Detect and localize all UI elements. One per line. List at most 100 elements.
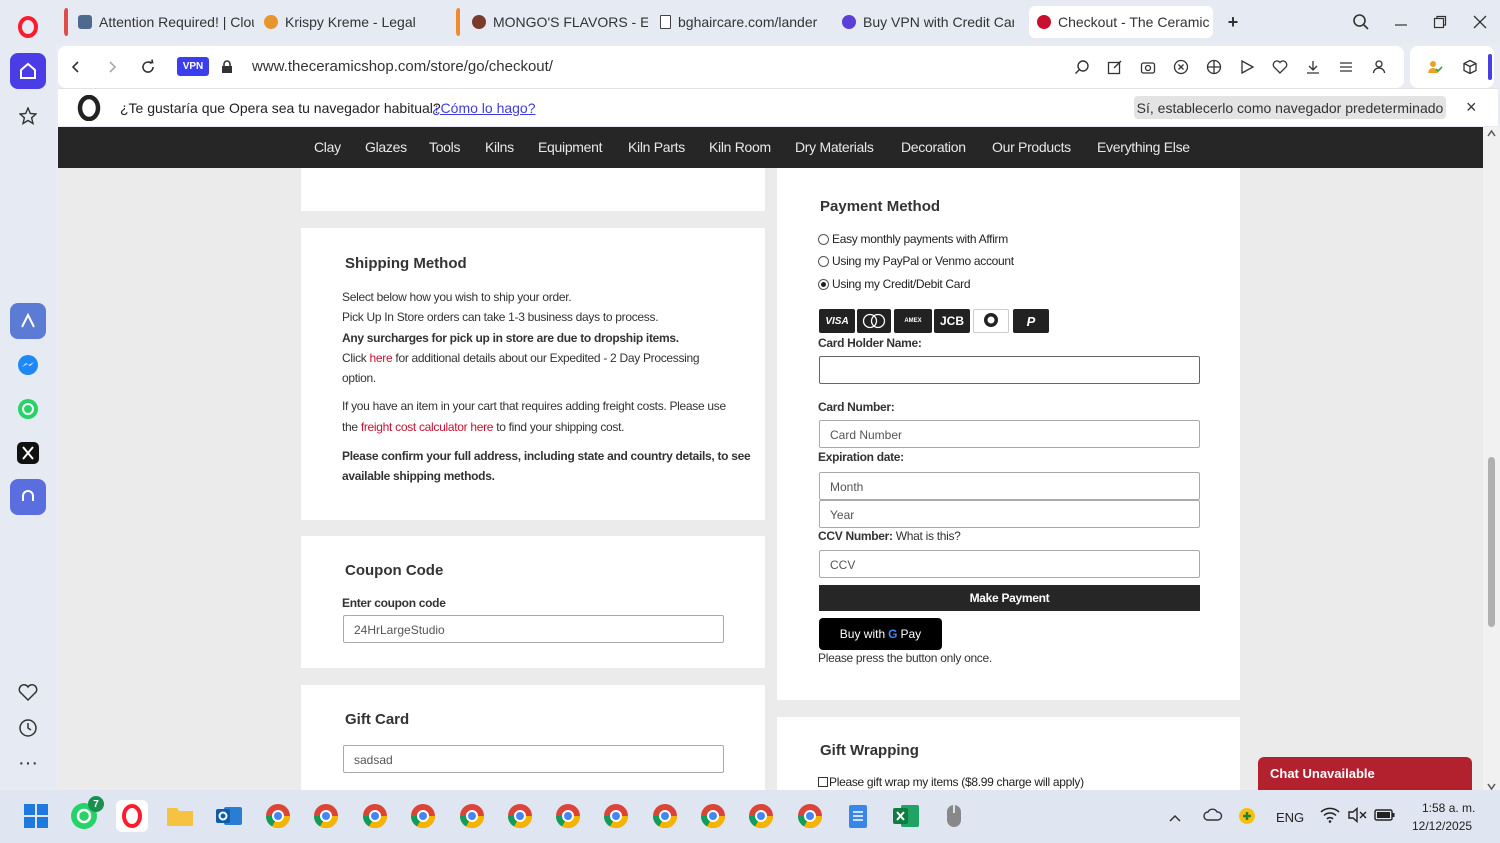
nav-item-tools[interactable]: Tools bbox=[429, 139, 460, 155]
make-payment-button[interactable]: Make Payment bbox=[819, 585, 1200, 611]
forward-arrow-icon[interactable] bbox=[102, 57, 122, 77]
extension-person-icon[interactable] bbox=[1424, 57, 1444, 77]
chrome-profile-icon[interactable] bbox=[504, 800, 536, 832]
ccv-help-link[interactable]: What is this? bbox=[896, 529, 961, 543]
nav-item-kilns[interactable]: Kilns bbox=[485, 139, 514, 155]
language-indicator[interactable]: ENG bbox=[1276, 810, 1304, 825]
scroll-up-arrow-icon[interactable] bbox=[1487, 129, 1496, 140]
nav-item-decoration[interactable]: Decoration bbox=[901, 139, 966, 155]
edit-share-icon[interactable] bbox=[1105, 57, 1125, 77]
easy-setup-icon[interactable] bbox=[1336, 57, 1356, 77]
clock-time[interactable]: 1:58 a. m. bbox=[1422, 801, 1475, 815]
how-to-link[interactable]: ¿Cómo lo hago? bbox=[432, 100, 536, 116]
nav-item-kiln-room[interactable]: Kiln Room bbox=[709, 139, 771, 155]
mouse-device-icon[interactable] bbox=[938, 800, 970, 832]
x-twitter-icon[interactable] bbox=[10, 435, 46, 471]
google-pay-button[interactable]: Buy with G Pay bbox=[819, 618, 942, 650]
battery-charging-icon[interactable] bbox=[1374, 808, 1396, 827]
tab[interactable]: Buy VPN with Credit Card bbox=[834, 6, 1014, 38]
chrome-profile-icon[interactable] bbox=[745, 800, 777, 832]
status-app-icon[interactable] bbox=[1238, 807, 1256, 830]
vpn-badge[interactable]: VPN bbox=[177, 57, 209, 76]
url-field[interactable]: www.theceramicshop.com/store/go/checkout… bbox=[252, 58, 553, 75]
expiry-year-select[interactable]: Year bbox=[819, 500, 1200, 528]
page-scrollbar[interactable] bbox=[1483, 127, 1500, 791]
ad-blocker-icon[interactable] bbox=[1171, 57, 1191, 77]
payment-option-card[interactable]: Using my Credit/Debit Card bbox=[818, 277, 971, 291]
home-icon[interactable] bbox=[10, 53, 46, 89]
nav-item-glazes[interactable]: Glazes bbox=[365, 139, 407, 155]
nav-item-kiln-parts[interactable]: Kiln Parts bbox=[628, 139, 685, 155]
chrome-profile-icon[interactable] bbox=[359, 800, 391, 832]
wifi-icon[interactable] bbox=[1320, 807, 1340, 828]
favorites-heart-icon[interactable] bbox=[10, 675, 46, 711]
expiry-month-select[interactable]: Month bbox=[819, 472, 1200, 500]
close-window-icon[interactable] bbox=[1466, 8, 1494, 36]
chat-widget[interactable]: Chat Unavailable bbox=[1258, 757, 1472, 790]
history-clock-icon[interactable] bbox=[10, 710, 46, 746]
search-in-page-icon[interactable] bbox=[1072, 57, 1092, 77]
gift-wrap-option[interactable]: Please gift wrap my items ($8.99 charge … bbox=[818, 775, 1084, 789]
nav-item-our-products[interactable]: Our Products bbox=[992, 139, 1071, 155]
clock-date[interactable]: 12/12/2025 bbox=[1412, 819, 1472, 833]
show-hidden-icons-chevron-icon[interactable] bbox=[1168, 810, 1182, 828]
radio-button-selected[interactable] bbox=[818, 278, 829, 290]
search-tabs-icon[interactable] bbox=[1347, 8, 1375, 36]
chrome-profile-icon[interactable] bbox=[794, 800, 826, 832]
chrome-profile-icon[interactable] bbox=[600, 800, 632, 832]
nav-item-equipment[interactable]: Equipment bbox=[538, 139, 603, 155]
lock-icon[interactable] bbox=[217, 57, 237, 77]
nav-item-clay[interactable]: Clay bbox=[314, 139, 341, 155]
file-explorer-icon[interactable] bbox=[164, 800, 196, 832]
tab[interactable]: Krispy Kreme - Legal bbox=[256, 6, 446, 38]
freight-calculator-link[interactable]: freight cost calculator here bbox=[361, 420, 494, 434]
notepad-icon[interactable] bbox=[842, 800, 874, 832]
vpn-globe-icon[interactable] bbox=[1204, 57, 1224, 77]
outlook-icon[interactable] bbox=[213, 800, 245, 832]
set-default-button[interactable]: Sí, establecerlo como navegador predeter… bbox=[1134, 96, 1446, 119]
excel-icon[interactable] bbox=[890, 800, 922, 832]
chrome-profile-icon[interactable] bbox=[407, 800, 439, 832]
radio-button[interactable] bbox=[818, 255, 829, 267]
chrome-profile-icon[interactable] bbox=[697, 800, 729, 832]
messenger-icon[interactable] bbox=[10, 347, 46, 383]
reload-icon[interactable] bbox=[138, 57, 158, 77]
card-number-input[interactable]: Card Number bbox=[819, 420, 1200, 448]
maximize-icon[interactable] bbox=[1426, 8, 1454, 36]
coupon-input[interactable]: 24HrLargeStudio bbox=[343, 615, 724, 643]
onedrive-cloud-icon[interactable] bbox=[1203, 808, 1223, 827]
back-arrow-icon[interactable] bbox=[66, 57, 86, 77]
bookmark-heart-icon[interactable] bbox=[1270, 57, 1290, 77]
chrome-profile-icon[interactable] bbox=[310, 800, 342, 832]
camera-snapshot-icon[interactable] bbox=[1138, 57, 1158, 77]
downloads-icon[interactable] bbox=[1303, 57, 1323, 77]
payment-option-affirm[interactable]: Easy monthly payments with Affirm bbox=[818, 232, 1008, 246]
volume-muted-icon[interactable] bbox=[1347, 806, 1367, 828]
profile-icon[interactable] bbox=[1369, 57, 1389, 77]
chrome-profile-icon[interactable] bbox=[552, 800, 584, 832]
whatsapp-taskbar-icon[interactable]: 7 bbox=[68, 796, 104, 832]
nav-item-dry-materials[interactable]: Dry Materials bbox=[795, 139, 874, 155]
tab-active[interactable]: Checkout - The Ceramic S bbox=[1029, 6, 1213, 38]
extensions-cube-icon[interactable] bbox=[1460, 57, 1480, 77]
tab[interactable]: MONGO'S FLAVORS - E-li bbox=[456, 6, 648, 38]
speed-dial-star-icon[interactable] bbox=[10, 98, 46, 134]
chrome-profile-icon[interactable] bbox=[262, 800, 294, 832]
send-flow-icon[interactable] bbox=[1237, 57, 1257, 77]
scroll-thumb[interactable] bbox=[1488, 457, 1495, 627]
gift-wrap-checkbox[interactable] bbox=[818, 777, 828, 787]
close-prompt-icon[interactable]: × bbox=[1466, 97, 1477, 118]
whatsapp-icon[interactable] bbox=[10, 391, 46, 427]
opera-logo-icon[interactable] bbox=[10, 9, 46, 45]
card-holder-input[interactable] bbox=[819, 356, 1200, 384]
ccv-input[interactable]: CCV bbox=[819, 550, 1200, 578]
more-options-icon[interactable]: ··· bbox=[10, 745, 46, 781]
windows-start-icon[interactable] bbox=[20, 800, 52, 832]
chrome-profile-icon[interactable] bbox=[456, 800, 488, 832]
chrome-profile-icon[interactable] bbox=[649, 800, 681, 832]
payment-option-paypal[interactable]: Using my PayPal or Venmo account bbox=[818, 254, 1014, 268]
tab[interactable]: bghaircare.com/lander bbox=[652, 6, 830, 38]
opera-taskbar-icon[interactable] bbox=[116, 800, 148, 832]
minimize-icon[interactable] bbox=[1387, 8, 1415, 36]
expedited-details-link[interactable]: here bbox=[370, 351, 393, 365]
